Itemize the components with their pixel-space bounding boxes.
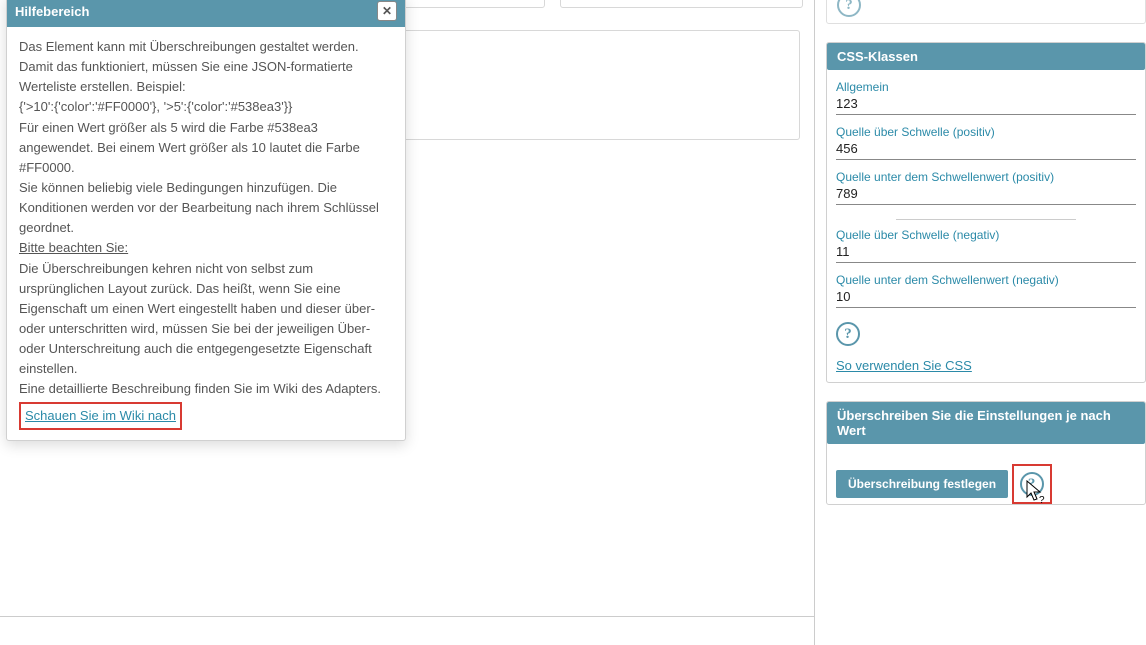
override-panel: Überschreiben Sie die Einstellungen je n… — [826, 401, 1146, 505]
help-icon[interactable]: ? — [837, 0, 861, 17]
input-pos-over[interactable] — [836, 139, 1136, 160]
help-icon[interactable]: ? — [836, 322, 860, 346]
cursor-icon: ? — [1026, 480, 1048, 506]
wiki-link-highlight: Schauen Sie im Wiki nach — [19, 402, 182, 430]
help-code: {'>10':{'color':'#FF0000'}, '>5':{'color… — [19, 97, 393, 117]
field-label-neg-over: Quelle über Schwelle (negativ) — [836, 228, 1136, 242]
divider — [896, 219, 1076, 220]
css-panel-title: CSS-Klassen — [827, 43, 1145, 70]
help-text-1: Das Element kann mit Überschreibungen ge… — [19, 37, 393, 97]
help-text-2: Für einen Wert größer als 5 wird die Far… — [19, 118, 393, 178]
help-text-5: Eine detaillierte Beschreibung finden Si… — [19, 379, 393, 399]
help-panel-title: Hilfebereich — [15, 4, 89, 19]
faded-panel-top: ? — [826, 0, 1146, 24]
wiki-link[interactable]: Schauen Sie im Wiki nach — [25, 408, 176, 423]
help-panel: Hilfebereich ✕ Das Element kann mit Über… — [6, 0, 406, 441]
override-panel-title: Überschreiben Sie die Einstellungen je n… — [827, 402, 1145, 444]
help-text-4: Die Überschreibungen kehren nicht von se… — [19, 259, 393, 380]
field-label-pos-over: Quelle über Schwelle (positiv) — [836, 125, 1136, 139]
field-label-pos-under: Quelle unter dem Schwellenwert (positiv) — [836, 170, 1136, 184]
help-note-label: Bitte beachten Sie: — [19, 238, 393, 258]
help-text-3: Sie können beliebig viele Bedingungen hi… — [19, 178, 393, 238]
help-panel-body: Das Element kann mit Überschreibungen ge… — [7, 27, 405, 440]
input-neg-over[interactable] — [836, 242, 1136, 263]
set-override-button[interactable]: Überschreibung festlegen — [836, 470, 1008, 498]
css-classes-panel: CSS-Klassen Allgemein Quelle über Schwel… — [826, 42, 1146, 383]
svg-text:?: ? — [1039, 495, 1045, 506]
input-neg-under[interactable] — [836, 287, 1136, 308]
field-label-allgemein: Allgemein — [836, 80, 1136, 94]
help-panel-header: Hilfebereich ✕ — [7, 0, 405, 27]
field-label-neg-under: Quelle unter dem Schwellenwert (negativ) — [836, 273, 1136, 287]
css-help-link[interactable]: So verwenden Sie CSS — [836, 358, 972, 373]
input-allgemein[interactable] — [836, 94, 1136, 115]
help-icon-highlight: ? ? — [1012, 464, 1052, 504]
close-icon[interactable]: ✕ — [377, 1, 397, 21]
input-pos-under[interactable] — [836, 184, 1136, 205]
